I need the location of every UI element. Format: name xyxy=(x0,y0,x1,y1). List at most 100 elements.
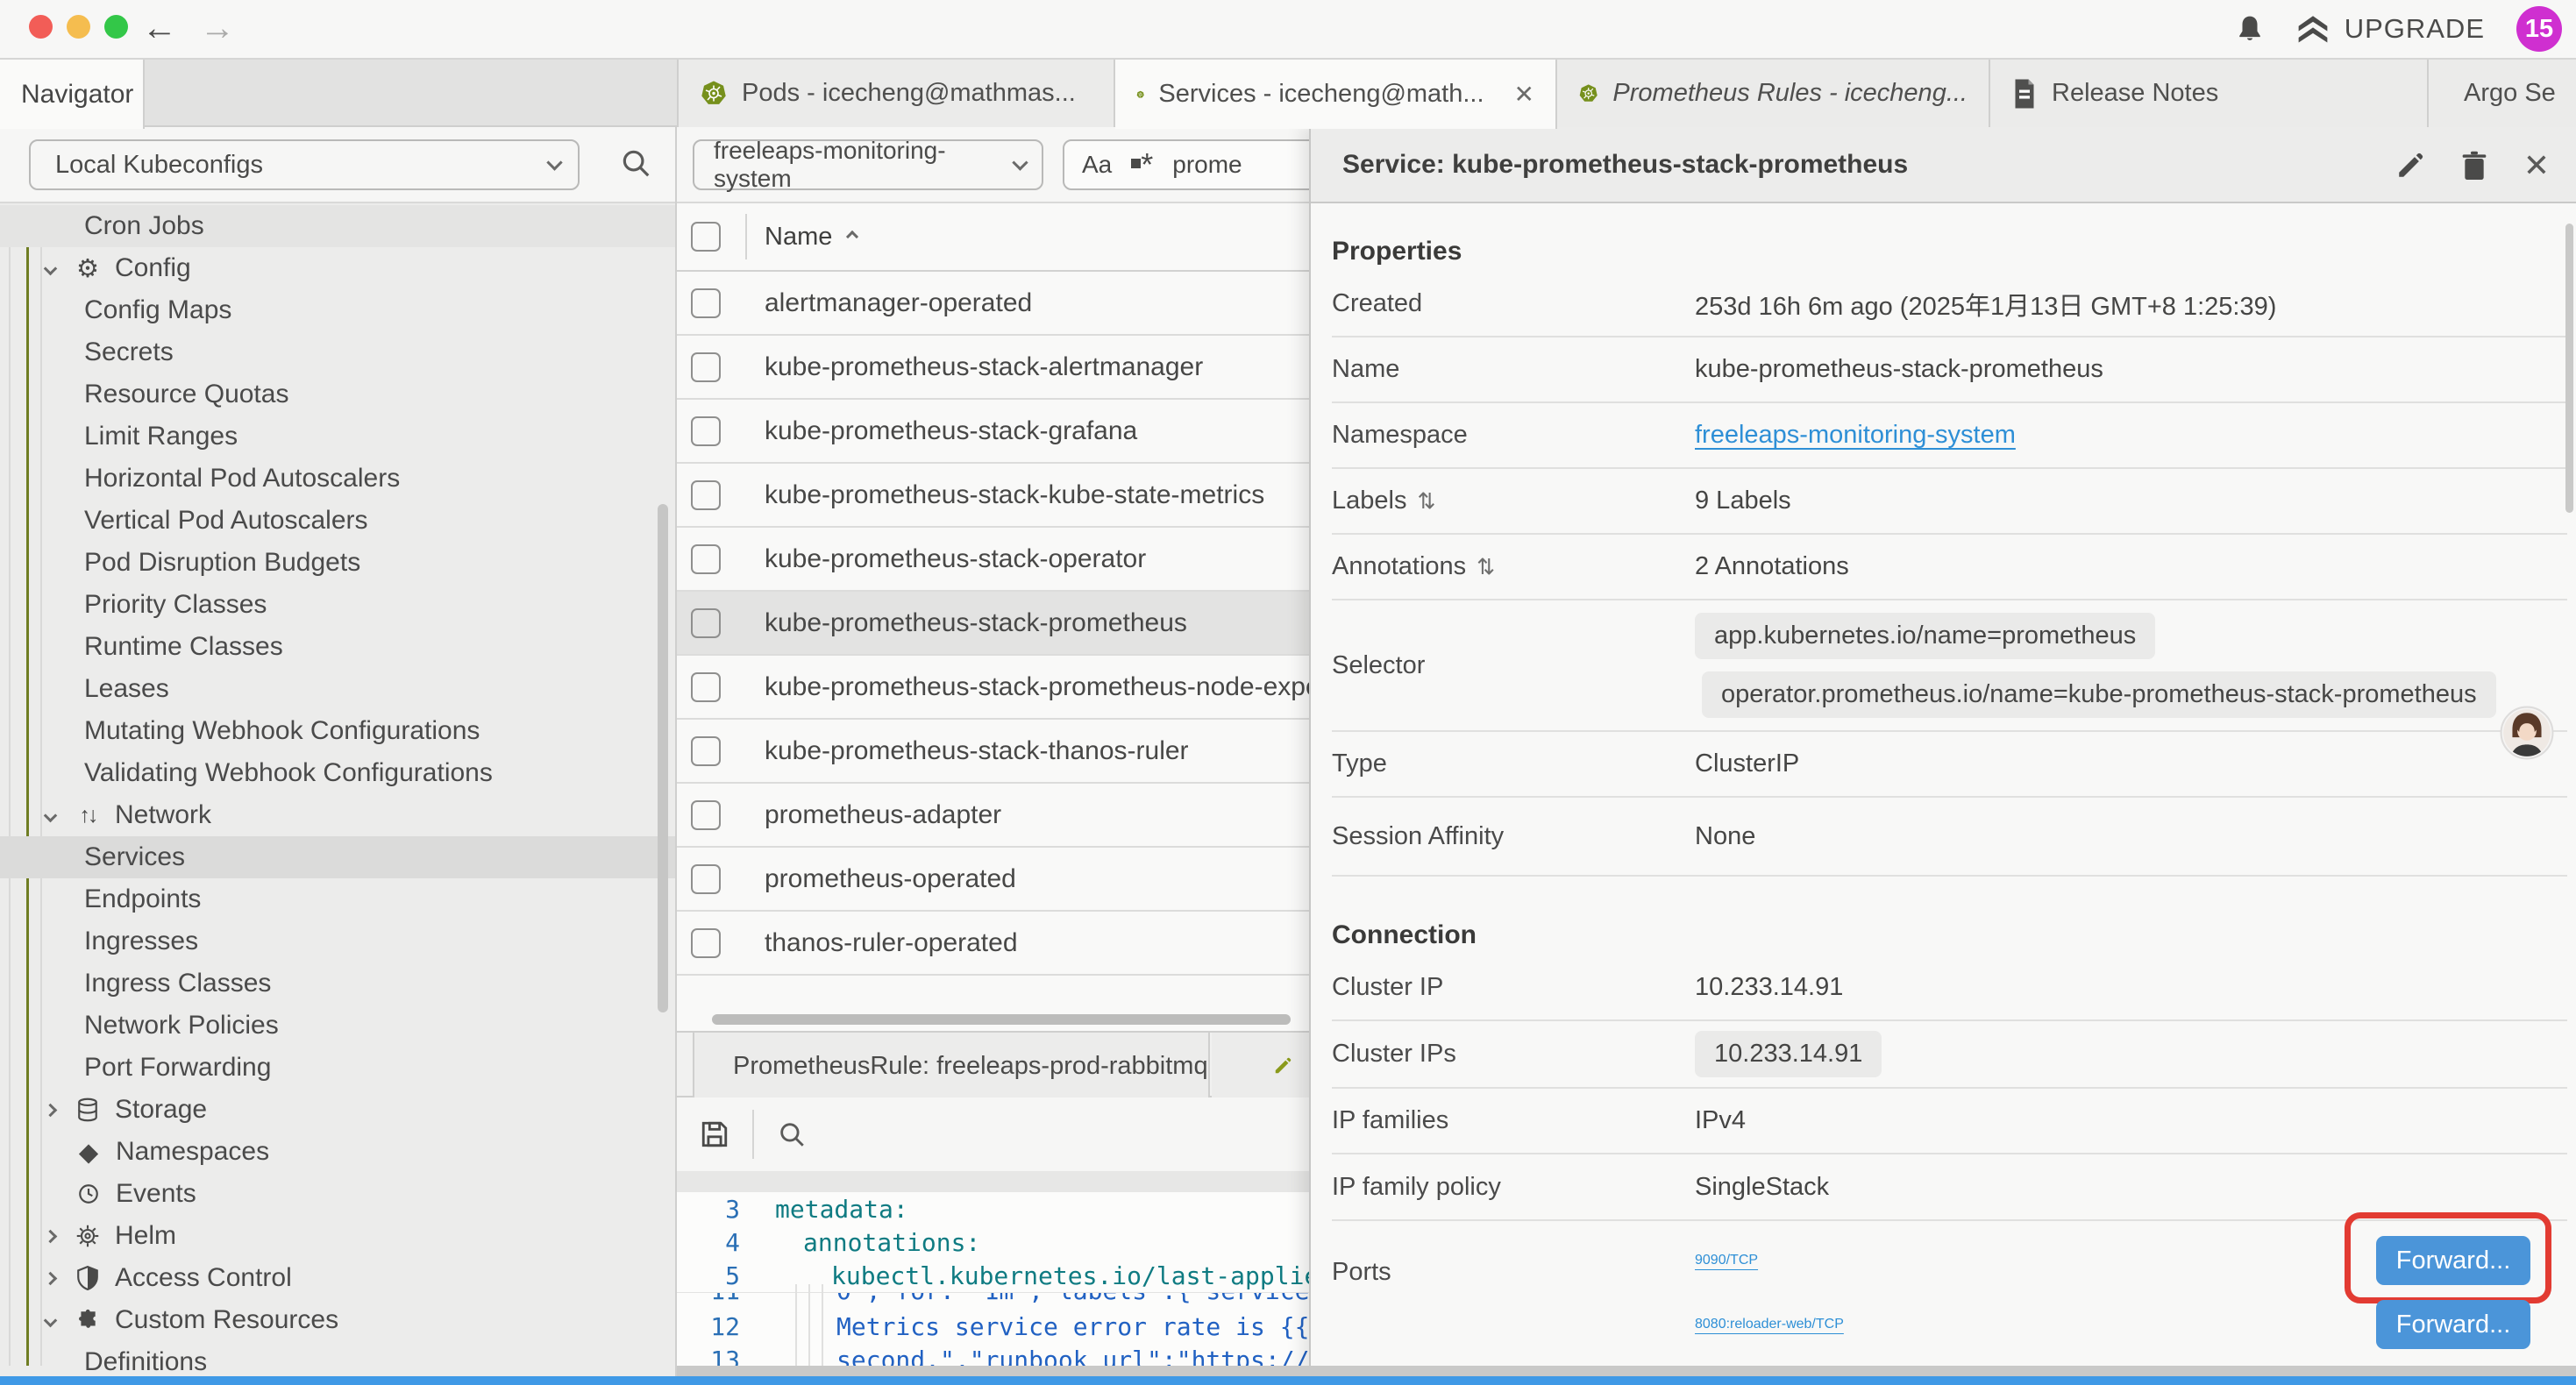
row-checkbox[interactable] xyxy=(691,416,721,446)
tab-prometheus-rules[interactable]: Prometheus Rules - icecheng... xyxy=(1557,60,1990,127)
sidebar-item-mutating-webhook-configurations[interactable]: Mutating Webhook Configurations xyxy=(0,710,677,752)
row-checkbox[interactable] xyxy=(691,608,721,638)
chevron-right-icon xyxy=(44,1271,58,1285)
resource-tree: Cron Jobs ⚙ Config Config Maps Secrets R… xyxy=(0,205,677,1366)
cluster-ip-chip: 10.233.14.91 xyxy=(1695,1031,1882,1077)
row-checkbox[interactable] xyxy=(691,352,721,382)
sidebar-item-access-control[interactable]: Access Control xyxy=(0,1257,677,1299)
sidebar-item-limit-ranges[interactable]: Limit Ranges xyxy=(0,416,677,458)
avatar[interactable] xyxy=(2500,706,2554,760)
trash-icon[interactable] xyxy=(2460,150,2488,181)
sidebar-item-helm[interactable]: Helm xyxy=(0,1215,677,1257)
tab-release-notes[interactable]: Release Notes xyxy=(1990,60,2429,127)
table-row[interactable]: prometheus-adapter xyxy=(677,784,1309,848)
forward-button[interactable]: Forward... xyxy=(2376,1236,2530,1285)
sidebar-item-custom-resources[interactable]: Custom Resources xyxy=(0,1299,677,1341)
horizontal-scrollbar[interactable] xyxy=(712,1014,1291,1025)
notification-badge[interactable]: 15 xyxy=(2516,6,2562,52)
table-header[interactable]: Name xyxy=(677,203,1309,272)
panel-title: Service: kube-prometheus-stack-prometheu… xyxy=(1342,150,1908,180)
tab-argo[interactable]: Argo Se xyxy=(2429,60,2576,127)
tab-services[interactable]: Services - icecheng@math... ✕ xyxy=(1115,60,1557,129)
sidebar-item-config[interactable]: ⚙ Config xyxy=(0,247,677,289)
row-checkbox[interactable] xyxy=(691,864,721,894)
yaml-editor[interactable]: 3metadata: 4annotations: 5kubectl.kubern… xyxy=(677,1192,1309,1385)
expand-collapse-icon[interactable]: ⇅ xyxy=(1477,554,1495,580)
table-row[interactable]: kube-prometheus-stack-kube-state-metrics xyxy=(677,464,1309,528)
expand-collapse-icon[interactable]: ⇅ xyxy=(1417,488,1435,515)
row-checkbox[interactable] xyxy=(691,672,721,702)
namespace-link[interactable]: freeleaps-monitoring-system xyxy=(1695,421,2016,450)
table-row[interactable]: kube-prometheus-stack-alertmanager xyxy=(677,336,1309,400)
table-row[interactable]: kube-prometheus-stack-prometheus-node-ex… xyxy=(677,656,1309,720)
row-checkbox[interactable] xyxy=(691,480,721,510)
property-row-annotations[interactable]: Annotations⇅ 2 Annotations xyxy=(1332,535,2567,600)
close-icon[interactable]: ✕ xyxy=(2523,147,2550,184)
sidebar-item-storage[interactable]: Storage xyxy=(0,1089,677,1131)
row-checkbox[interactable] xyxy=(691,800,721,830)
sidebar-item-endpoints[interactable]: Endpoints xyxy=(0,878,677,920)
close-window-button[interactable] xyxy=(29,15,53,39)
zoom-window-button[interactable] xyxy=(104,15,128,39)
sidebar-item-events[interactable]: Events xyxy=(0,1173,677,1215)
forward-button[interactable]: Forward... xyxy=(2376,1300,2530,1349)
port-link-8080[interactable]: 8080:reloader-web/TCP xyxy=(1695,1317,1844,1332)
sidebar-item-services[interactable]: Services xyxy=(0,836,677,878)
edit-icon[interactable] xyxy=(2395,151,2425,181)
kubeconfig-selector[interactable]: Local Kubeconfigs xyxy=(29,139,580,190)
forward-button[interactable]: → xyxy=(200,7,235,49)
upgrade-button[interactable]: UPGRADE xyxy=(2295,13,2485,45)
sidebar-item-network-policies[interactable]: Network Policies xyxy=(0,1005,677,1047)
bell-icon[interactable] xyxy=(2236,14,2264,44)
back-button[interactable]: ← xyxy=(142,7,177,49)
tab-navigator[interactable]: Navigator xyxy=(0,60,145,129)
table-row[interactable]: kube-prometheus-stack-grafana xyxy=(677,400,1309,464)
line-number: 3 xyxy=(677,1195,740,1224)
sidebar-item-network[interactable]: ↑↓ Network xyxy=(0,794,677,836)
sidebar-item-port-forwarding[interactable]: Port Forwarding xyxy=(0,1047,677,1089)
sidebar-item-leases[interactable]: Leases xyxy=(0,668,677,710)
sidebar-item-ingresses[interactable]: Ingresses xyxy=(0,920,677,962)
panel-scrollbar[interactable] xyxy=(2565,224,2573,513)
sidebar-item-validating-webhook-configurations[interactable]: Validating Webhook Configurations xyxy=(0,752,677,794)
table-row[interactable]: alertmanager-operated xyxy=(677,272,1309,336)
table-row[interactable]: prometheus-operated xyxy=(677,848,1309,912)
property-row-labels[interactable]: Labels⇅ 9 Labels xyxy=(1332,469,2567,535)
table-row[interactable]: kube-prometheus-stack-operator xyxy=(677,528,1309,592)
sidebar-item-vertical-pod-autoscalers[interactable]: Vertical Pod Autoscalers xyxy=(0,500,677,542)
search-icon[interactable] xyxy=(777,1119,807,1149)
minimize-window-button[interactable] xyxy=(67,15,90,39)
namespace-selector[interactable]: freeleaps-monitoring-system xyxy=(693,139,1043,190)
sidebar-item-horizontal-pod-autoscalers[interactable]: Horizontal Pod Autoscalers xyxy=(0,458,677,500)
save-icon[interactable] xyxy=(700,1119,729,1149)
port-link-9090[interactable]: 9090/TCP xyxy=(1695,1253,1758,1268)
tab-pods[interactable]: Pods - icecheng@mathmas... xyxy=(677,60,1115,127)
yaml-string: Metrics service error rate is {{ $va xyxy=(836,1312,1309,1341)
select-all-checkbox[interactable] xyxy=(691,222,721,252)
row-checkbox[interactable] xyxy=(691,736,721,766)
sidebar-item-pod-disruption-budgets[interactable]: Pod Disruption Budgets xyxy=(0,542,677,584)
sidebar-item-secrets[interactable]: Secrets xyxy=(0,331,677,373)
search-icon[interactable] xyxy=(619,146,652,180)
name-column-header[interactable]: Name xyxy=(765,223,857,252)
table-row[interactable]: thanos-ruler-operated xyxy=(677,912,1309,976)
editor-tab-prometheusrule[interactable]: PrometheusRule: freeleaps-prod-rabbitmq xyxy=(693,1033,1210,1099)
sidebar-item-namespaces[interactable]: ◆ Namespaces xyxy=(0,1131,677,1173)
sidebar-item-cron-jobs[interactable]: Cron Jobs xyxy=(0,205,677,247)
sidebar-item-resource-quotas[interactable]: Resource Quotas xyxy=(0,373,677,416)
sidebar-item-runtime-classes[interactable]: Runtime Classes xyxy=(0,626,677,668)
sidebar-item-ingress-classes[interactable]: Ingress Classes xyxy=(0,962,677,1005)
row-checkbox[interactable] xyxy=(691,288,721,318)
regex-icon[interactable]: * xyxy=(1131,156,1153,174)
sidebar-item-config-maps[interactable]: Config Maps xyxy=(0,289,677,331)
editor-tab-partial[interactable] xyxy=(1212,1033,1309,1099)
close-tab-icon[interactable]: ✕ xyxy=(1514,80,1534,109)
row-checkbox[interactable] xyxy=(691,544,721,574)
table-row-selected[interactable]: kube-prometheus-stack-prometheus xyxy=(677,592,1309,656)
table-row[interactable]: kube-prometheus-stack-thanos-ruler xyxy=(677,720,1309,784)
sidebar-item-priority-classes[interactable]: Priority Classes xyxy=(0,584,677,626)
row-checkbox[interactable] xyxy=(691,928,721,958)
filter-input[interactable]: Aa * prome xyxy=(1063,139,1309,190)
sidebar-scrollbar[interactable] xyxy=(658,504,668,1012)
match-case-icon[interactable]: Aa xyxy=(1082,151,1112,179)
